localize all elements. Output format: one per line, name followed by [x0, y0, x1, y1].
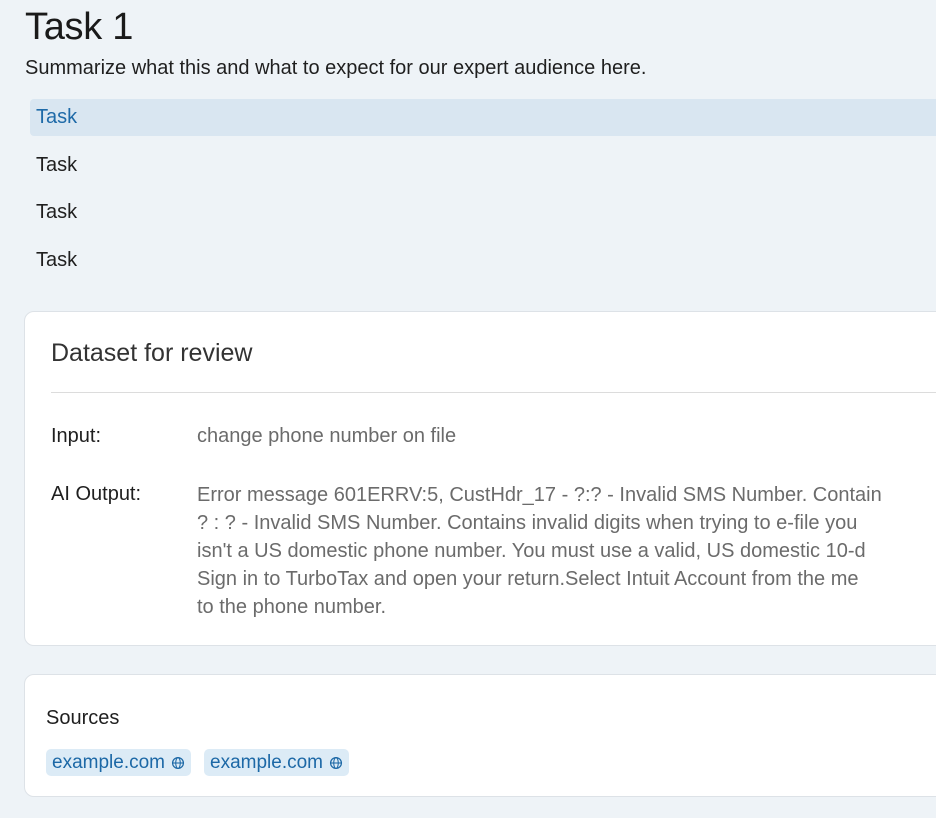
globe-icon: [329, 756, 343, 769]
ai-output-line: to the phone number.: [197, 596, 387, 618]
task-item-2[interactable]: Task: [30, 147, 936, 184]
dataset-title: Dataset for review: [51, 339, 253, 367]
page-subtitle: Summarize what this and what to expect f…: [25, 57, 647, 79]
sources-title: Sources: [46, 707, 120, 729]
dataset-review-card: Dataset for review Input: change phone n…: [24, 311, 936, 646]
ai-output-line: Error message 601ERRV:5, CustHdr_17 - ?:…: [197, 484, 882, 506]
input-label: Input:: [51, 425, 102, 447]
globe-icon: [171, 756, 185, 769]
ai-output-line: ? : ? - Invalid SMS Number. Contains inv…: [197, 512, 858, 534]
sources-card: Sources example.com example.com: [24, 674, 936, 797]
task-item-4[interactable]: Task: [30, 242, 936, 279]
page-title: Task 1: [25, 6, 134, 48]
source-link-1[interactable]: example.com: [46, 749, 191, 776]
card-divider: [51, 392, 936, 393]
task-list: Task Task Task Task: [30, 99, 936, 289]
source-link-2[interactable]: example.com: [204, 749, 349, 776]
task-item-1[interactable]: Task: [30, 99, 936, 136]
task-item-3[interactable]: Task: [30, 194, 936, 231]
ai-output-line: Sign in to TurboTax and open your return…: [197, 568, 859, 590]
source-links: example.com example.com: [46, 749, 349, 776]
ai-output-line: isn't a US domestic phone number. You mu…: [197, 540, 866, 562]
input-value: change phone number on file: [197, 425, 457, 447]
source-link-label: example.com: [210, 751, 323, 773]
ai-output-text: Error message 601ERRV:5, CustHdr_17 - ?:…: [197, 483, 882, 623]
ai-output-label: AI Output:: [51, 483, 142, 505]
source-link-label: example.com: [52, 751, 165, 773]
